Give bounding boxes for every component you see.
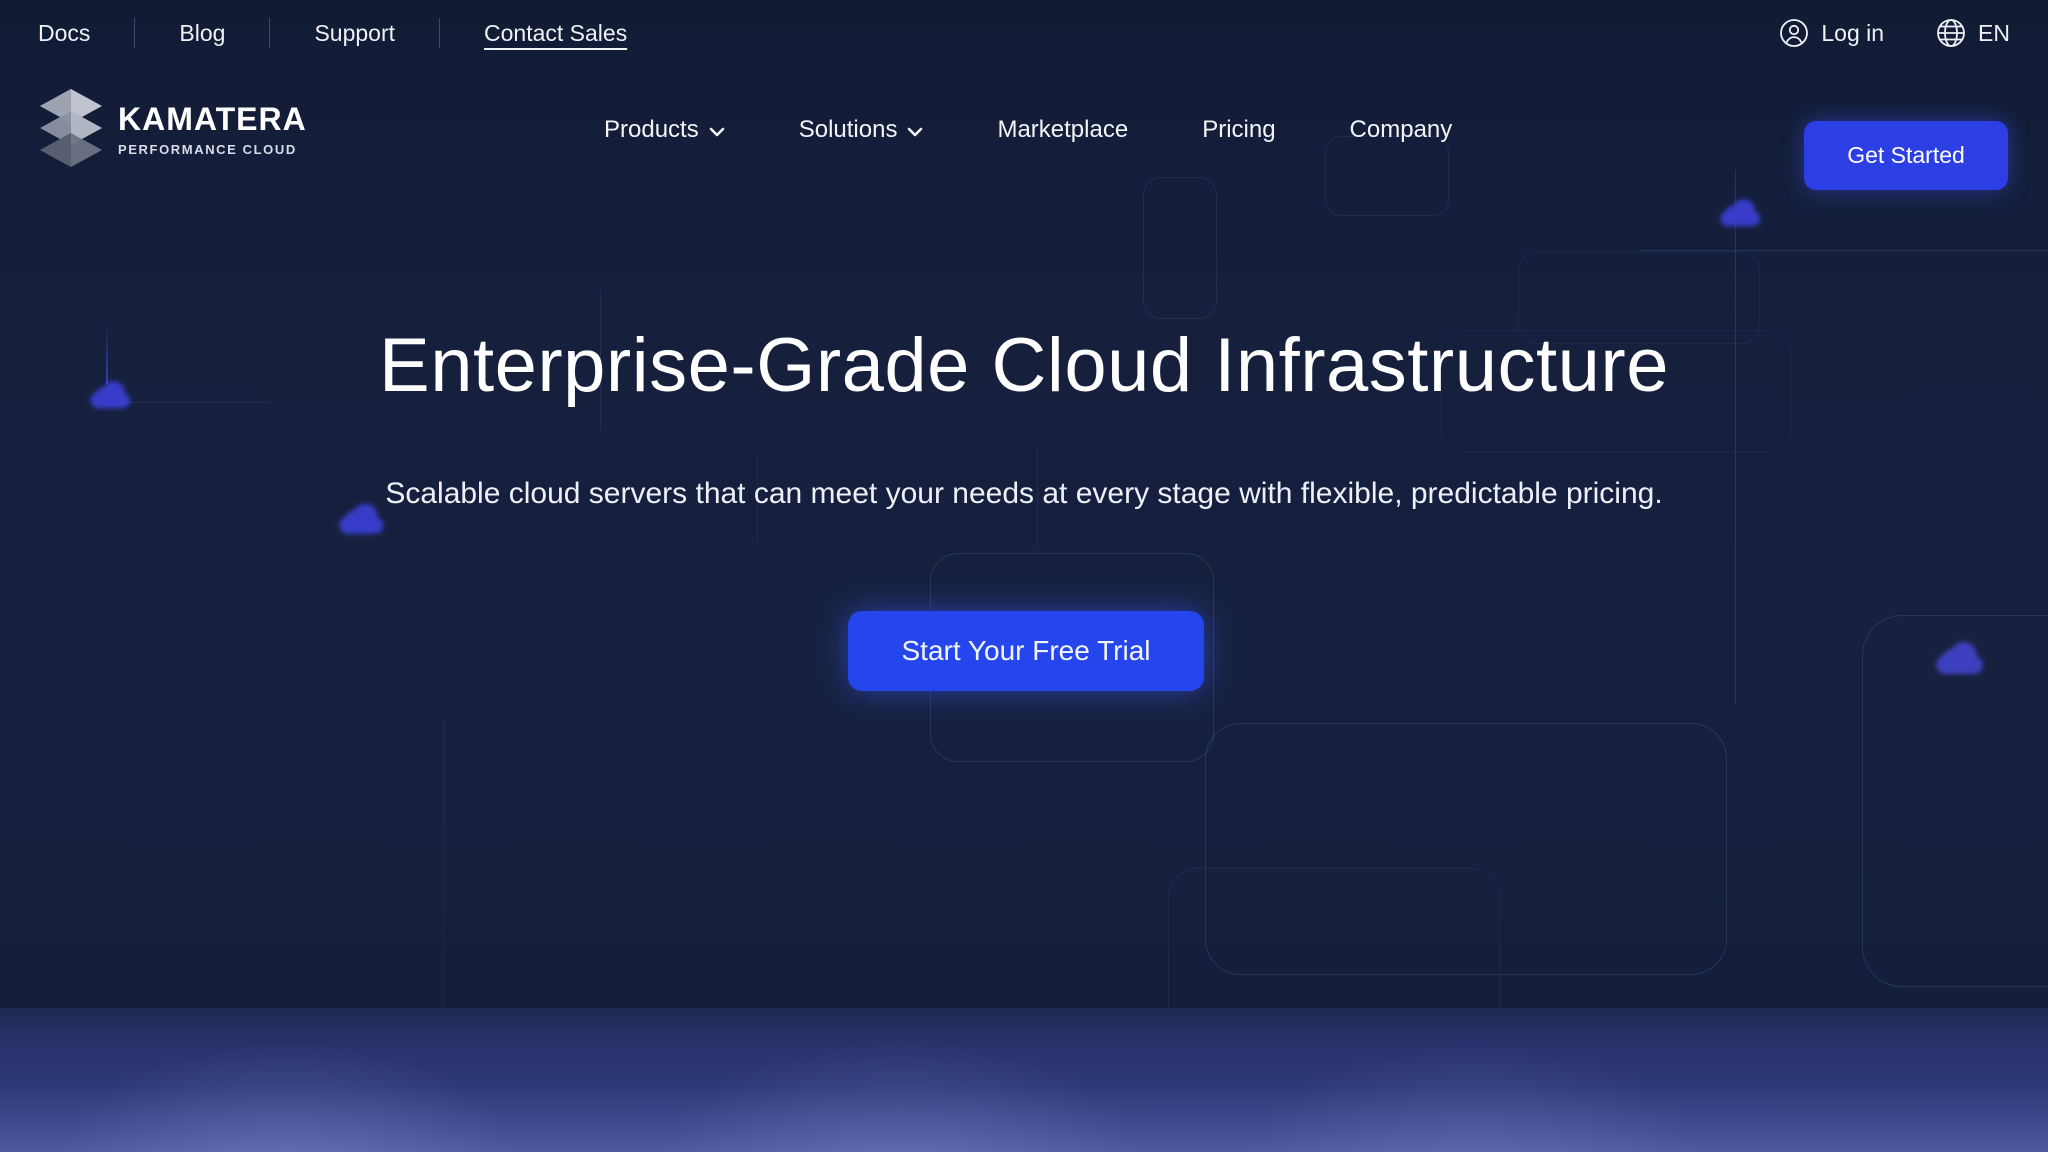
language-selector[interactable]: EN (1936, 18, 2010, 48)
utility-link-contact-sales[interactable]: Contact Sales (440, 20, 671, 47)
main-navigation: Products Solutions Marketplace Pricing C… (604, 66, 1452, 194)
utility-account-area: Log in EN (1779, 18, 2010, 48)
nav-item-products[interactable]: Products (604, 116, 725, 144)
brand-name: KAMATERA (118, 103, 307, 135)
circuit-rect (1205, 723, 1727, 975)
brand-tagline: PERFORMANCE CLOUD (118, 142, 307, 157)
nav-item-label: Products (604, 116, 699, 144)
start-free-trial-button[interactable]: Start Your Free Trial (848, 611, 1204, 691)
nav-item-label: Company (1350, 116, 1453, 144)
cloud-decoration-icon (1926, 636, 1990, 676)
utility-bar: Docs Blog Support Contact Sales Log in (0, 0, 2048, 66)
layered-stack-logo-icon (40, 89, 102, 172)
logo-text: KAMATERA PERFORMANCE CLOUD (118, 103, 307, 157)
nav-item-solutions[interactable]: Solutions (799, 116, 924, 144)
utility-link-support[interactable]: Support (270, 20, 439, 47)
chevron-down-icon (709, 124, 725, 137)
circuit-rect (1143, 177, 1217, 319)
utility-link-docs[interactable]: Docs (38, 20, 134, 47)
chevron-down-icon (907, 124, 923, 137)
kamatera-landing-page: Docs Blog Support Contact Sales Log in (0, 0, 2048, 1152)
utility-links: Docs Blog Support Contact Sales (38, 18, 671, 48)
language-label: EN (1978, 20, 2010, 47)
circuit-line (1640, 250, 2048, 251)
get-started-button[interactable]: Get Started (1804, 121, 2008, 190)
user-circle-icon (1779, 18, 1809, 48)
utility-link-blog[interactable]: Blog (135, 20, 269, 47)
nav-item-company[interactable]: Company (1350, 116, 1453, 144)
circuit-rect (1862, 615, 2048, 987)
cloud-decoration-icon (1712, 194, 1766, 228)
hero-subtitle: Scalable cloud servers that can meet you… (0, 477, 2048, 511)
circuit-line (443, 720, 444, 1010)
nav-item-label: Solutions (799, 116, 898, 144)
login-button[interactable]: Log in (1779, 18, 1884, 48)
main-header: KAMATERA PERFORMANCE CLOUD Products Solu… (0, 66, 2048, 194)
globe-icon (1936, 18, 1966, 48)
nav-item-label: Pricing (1202, 116, 1275, 144)
login-label: Log in (1821, 20, 1884, 47)
nav-item-label: Marketplace (997, 116, 1128, 144)
nav-item-marketplace[interactable]: Marketplace (997, 116, 1128, 144)
hero-title: Enterprise-Grade Cloud Infrastructure (0, 322, 2048, 409)
circuit-line (1735, 170, 1736, 705)
kamatera-logo[interactable]: KAMATERA PERFORMANCE CLOUD (40, 89, 307, 172)
nav-item-pricing[interactable]: Pricing (1202, 116, 1275, 144)
bottom-gradient-band (0, 1008, 2048, 1152)
